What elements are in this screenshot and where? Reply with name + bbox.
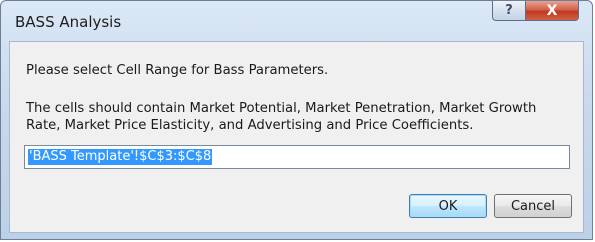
- description-line-2: Rate, Market Price Elasticity, and Adver…: [26, 118, 474, 133]
- ok-button-label: OK: [438, 198, 458, 214]
- cancel-button[interactable]: Cancel: [494, 194, 572, 218]
- close-button[interactable]: X: [525, 1, 579, 21]
- dialog-body: Please select Cell Range for Bass Parame…: [9, 41, 584, 233]
- title-bar[interactable]: BASS Analysis ? X: [1, 1, 592, 41]
- cell-range-input[interactable]: 'BASS Template'!$C$3:$C$8: [24, 145, 570, 169]
- cell-range-value: 'BASS Template'!$C$3:$C$8: [28, 149, 213, 165]
- prompt-label: Please select Cell Range for Bass Parame…: [26, 63, 329, 78]
- dialog-window: BASS Analysis ? X Please select Cell Ran…: [0, 0, 593, 240]
- window-title: BASS Analysis: [15, 13, 122, 31]
- cancel-button-label: Cancel: [510, 198, 556, 214]
- help-icon: ?: [505, 3, 513, 18]
- description-line-1: The cells should contain Market Potentia…: [26, 101, 537, 116]
- ok-button[interactable]: OK: [409, 194, 487, 218]
- close-icon: X: [546, 2, 558, 19]
- help-button[interactable]: ?: [492, 1, 526, 21]
